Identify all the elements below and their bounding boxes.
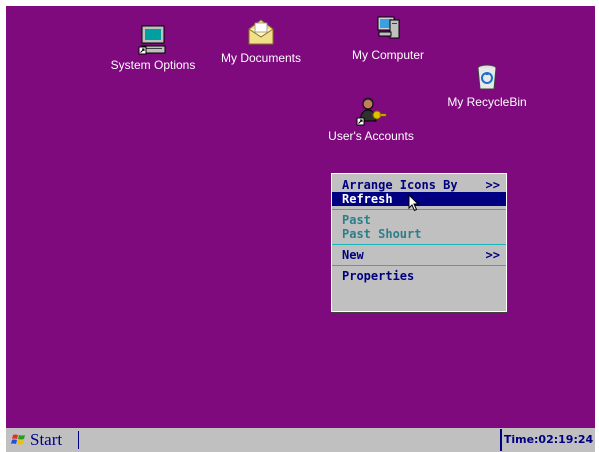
desktop[interactable]: System Options My Documents My Computer [6, 6, 595, 428]
menu-item-label: Properties [342, 269, 415, 283]
users-icon [355, 95, 387, 127]
menu-item-arrange-icons-by[interactable]: Arrange Icons By >> [332, 178, 506, 192]
icon-label: User's Accounts [328, 129, 414, 143]
submenu-arrow-icon: >> [485, 178, 500, 192]
start-label: Start [30, 430, 63, 449]
menu-item-label: Past [342, 213, 371, 227]
taskbar-clock: Time:02:19:24 [500, 429, 595, 451]
icon-label: My Documents [220, 51, 302, 65]
recycle-bin-icon [471, 61, 503, 93]
menu-item-label: Arrange Icons By [342, 178, 458, 192]
menu-separator [332, 265, 506, 266]
icon-label: My RecycleBin [447, 95, 527, 109]
submenu-arrow-icon: >> [485, 248, 500, 262]
icon-label: System Options [110, 58, 196, 72]
windows-flag-icon [11, 433, 27, 451]
desktop-icon-users-accounts[interactable]: User's Accounts [323, 95, 419, 143]
menu-separator [332, 244, 506, 245]
desktop-icon-my-documents[interactable]: My Documents [216, 17, 306, 65]
mouse-pointer-icon [408, 193, 420, 217]
computer-icon [372, 14, 404, 46]
envelope-icon [245, 17, 277, 49]
icon-label: My Computer [351, 48, 425, 62]
desktop-icon-my-computer[interactable]: My Computer [343, 14, 433, 62]
menu-item-label: New [342, 248, 364, 262]
menu-item-paste-shortcut[interactable]: Past Shourt [332, 227, 506, 241]
menu-item-label: Refresh [342, 192, 393, 206]
menu-item-label: Past Shourt [342, 227, 422, 241]
menu-item-new[interactable]: New >> [332, 248, 506, 262]
start-button[interactable]: Start [8, 431, 79, 449]
monitor-icon [137, 24, 169, 56]
desktop-icon-my-recyclebin[interactable]: My RecycleBin [442, 61, 532, 109]
menu-item-properties[interactable]: Properties [332, 269, 506, 283]
desktop-icon-system-options[interactable]: System Options [108, 24, 198, 72]
taskbar: Start Time:02:19:24 [6, 428, 595, 452]
